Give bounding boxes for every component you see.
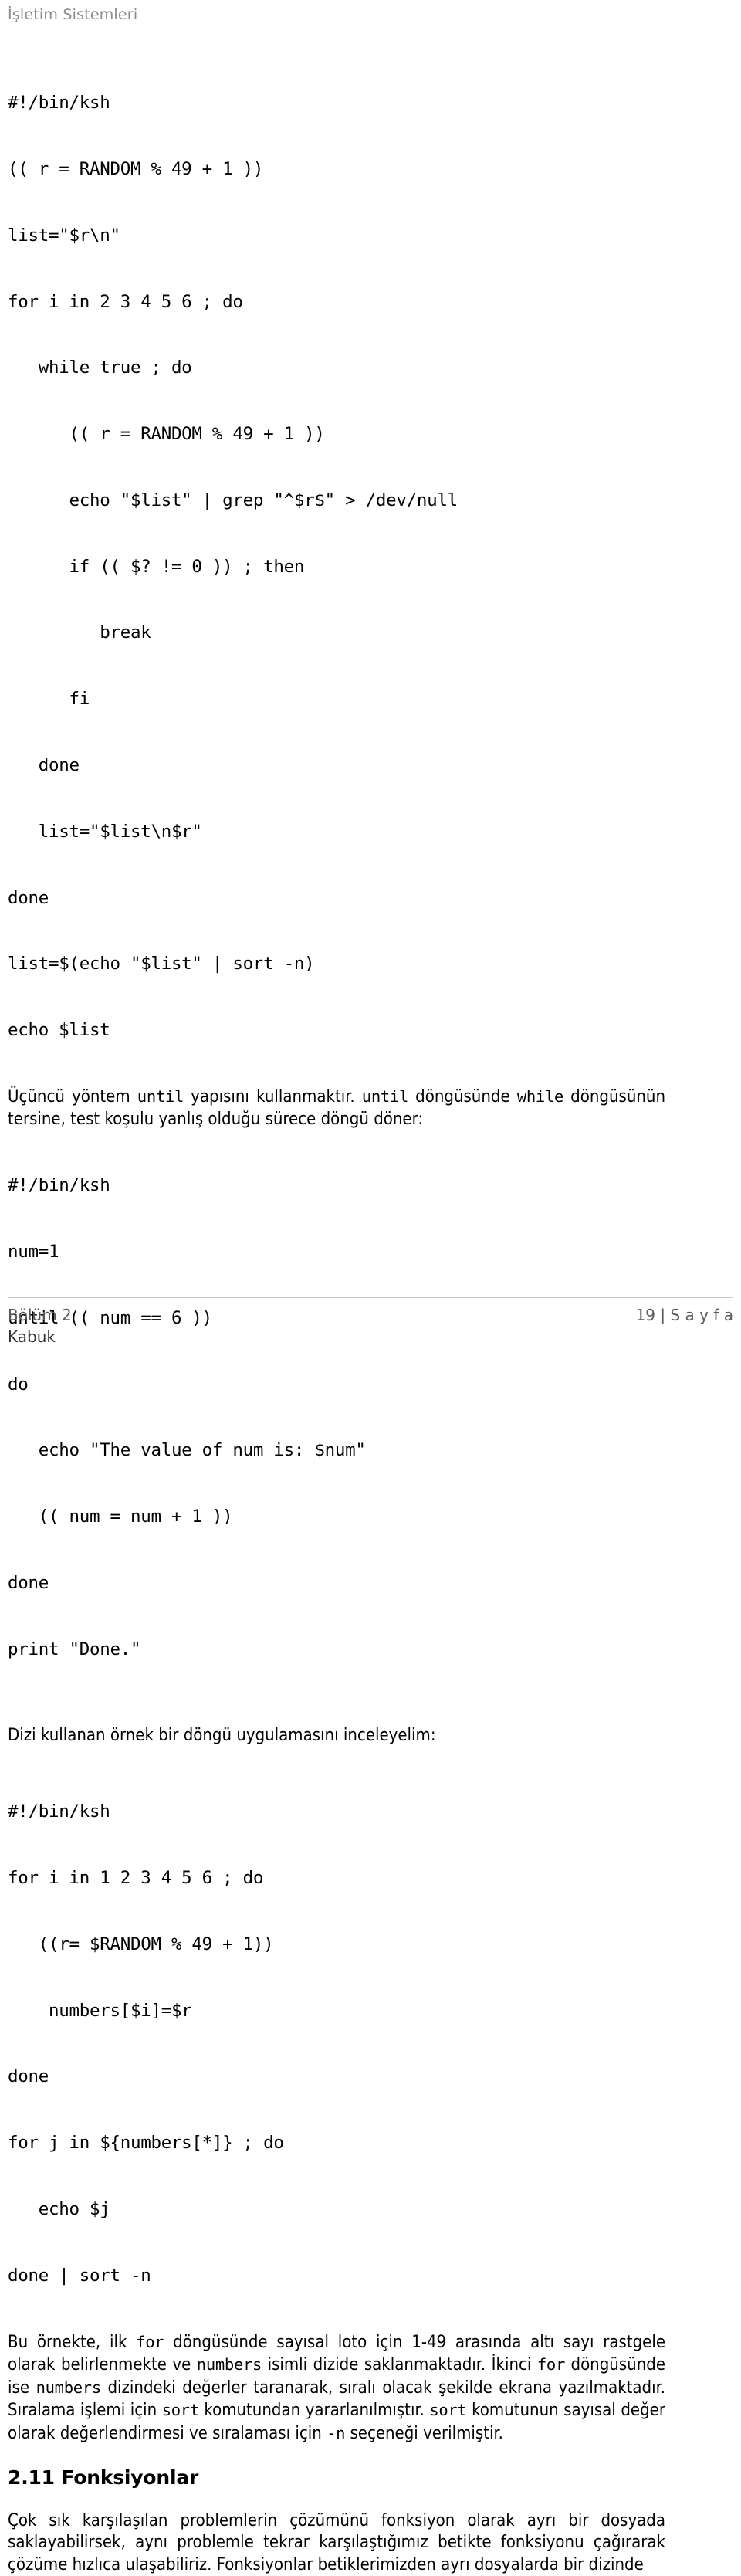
code-line: done [8, 887, 49, 908]
text-run: Bu örnekte, ilk [8, 2332, 137, 2352]
code-block-until: #!/bin/ksh num=1 until (( num == 6 )) do… [8, 1130, 665, 1704]
document-page: İşletim Sistemleri #!/bin/ksh (( r = RAN… [0, 0, 741, 2574]
page-footer: Bölüm 2 19 | S a y f a Kabuk [8, 1297, 733, 1346]
text-run: döngüsünde [408, 1086, 517, 1107]
paragraph-array-intro: Dizi kullanan örnek bir döngü uygulaması… [8, 1725, 436, 1745]
code-line: echo $j [8, 2199, 110, 2219]
code-line: #!/bin/ksh [8, 93, 110, 114]
code-line: ((r= $RANDOM % 49 + 1)) [8, 1934, 274, 1954]
code-line: done | sort -n [8, 2265, 151, 2286]
text-run: Üçüncü yöntem [8, 1086, 137, 1107]
code-line: numbers[$i]=$r [8, 2000, 192, 2021]
code-block-loto-while: #!/bin/ksh (( r = RANDOM % 49 + 1 )) lis… [8, 48, 665, 1086]
code-line: for i in 1 2 3 4 5 6 ; do [8, 1868, 264, 1889]
inline-code-while: while [516, 1086, 564, 1106]
inline-code-numbers: numbers [36, 2378, 102, 2397]
code-line: done [8, 755, 80, 775]
code-line: (( r = RANDOM % 49 + 1 )) [8, 158, 264, 179]
text-run: seçeneği verilmiştir. [345, 2423, 503, 2443]
code-line: do [8, 1374, 29, 1395]
code-line: echo "The value of num is: $num" [8, 1440, 366, 1461]
inline-code-for: for [536, 2355, 566, 2374]
code-line: print "Done." [8, 1639, 141, 1659]
code-line: break [8, 622, 151, 643]
inline-code-sort: sort [429, 2401, 467, 2420]
footer-page-number: 19 | S a y f a [635, 1306, 733, 1324]
inline-code-sort: sort [161, 2401, 199, 2420]
inline-code-until: until [137, 1086, 184, 1106]
paragraph-until-intro: Üçüncü yöntem until yapısını kullanmaktı… [8, 1086, 665, 1130]
code-line: #!/bin/ksh [8, 1802, 110, 1822]
inline-code-numbers: numbers [196, 2355, 262, 2374]
section-heading-functions: 2.11 Fonksiyonlar [8, 2466, 199, 2489]
code-line: #!/bin/ksh [8, 1175, 110, 1196]
code-line: list="$r\n" [8, 225, 120, 246]
code-line: (( r = RANDOM % 49 + 1 )) [8, 424, 325, 445]
footer-chapter: Bölüm 2 [8, 1306, 72, 1324]
inline-code-n-flag: -n [327, 2423, 346, 2442]
code-line: if (( $? != 0 )) ; then [8, 556, 305, 577]
paragraph-array-explanation: Bu örnekte, ilk for döngüsünde sayısal l… [8, 2331, 665, 2446]
code-line: for i in 2 3 4 5 6 ; do [8, 291, 243, 312]
inline-code-until: until [361, 1086, 409, 1106]
code-line: fi [8, 689, 90, 710]
footer-section: Kabuk [8, 1327, 56, 1346]
text-run: isimli dizide saklanmaktadır. İkinci [262, 2355, 537, 2375]
code-line: num=1 [8, 1242, 59, 1263]
code-line: done [8, 1572, 49, 1593]
text-run: yapısını kullanmaktır. [184, 1086, 362, 1107]
code-line: for j in ${numbers[*]} ; do [8, 2133, 284, 2154]
paragraph-functions-intro: Çok sık karşılaşılan problemlerin çözümü… [8, 2510, 665, 2574]
footer-row: Bölüm 2 19 | S a y f a [8, 1306, 733, 1324]
inline-code-for: for [136, 2332, 164, 2351]
text-run: komutundan yararlanılmıştır. [198, 2401, 430, 2421]
code-line: done [8, 2066, 49, 2087]
code-line: echo "$list" | grep "^$r$" > /dev/null [8, 490, 458, 510]
code-line: list="$list\n$r" [8, 821, 202, 842]
code-line: list=$(echo "$list" | sort -n) [8, 954, 315, 974]
code-block-array: #!/bin/ksh for i in 1 2 3 4 5 6 ; do ((r… [8, 1757, 665, 2330]
code-line: while true ; do [8, 358, 192, 378]
running-head: İşletim Sistemleri [8, 6, 138, 23]
code-line: echo $list [8, 1020, 110, 1041]
code-line: (( num = num + 1 )) [8, 1507, 233, 1527]
